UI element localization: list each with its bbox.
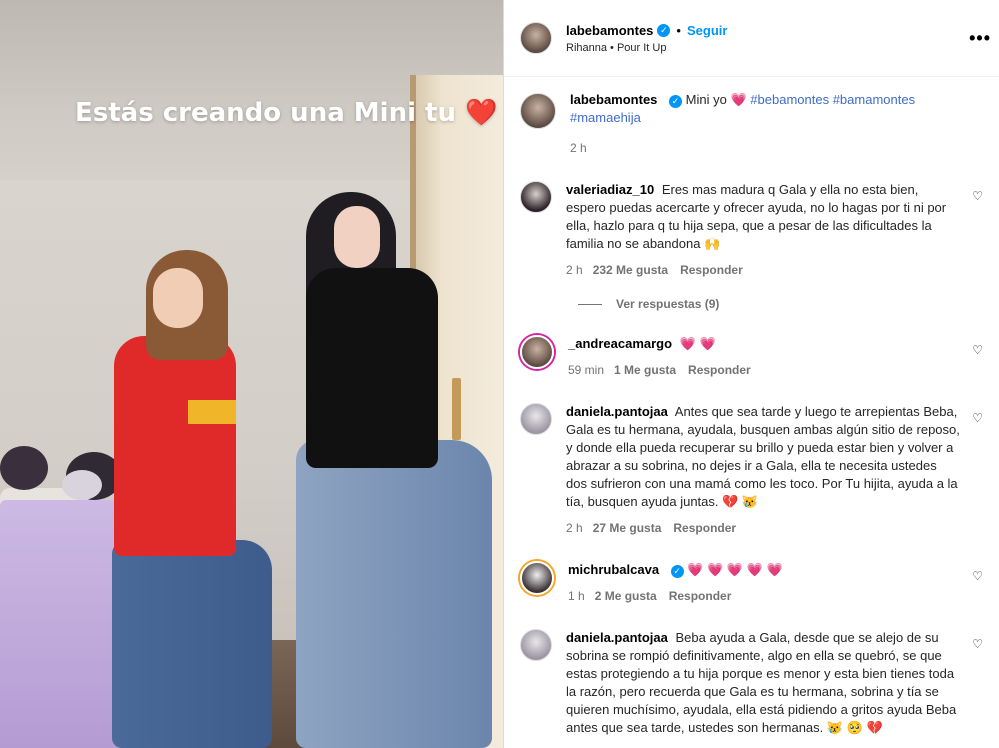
wardrobe-handle <box>452 378 461 440</box>
post-video[interactable]: Estás creando una Mini tu ❤️ <box>0 0 503 748</box>
comment-likes[interactable]: 27 Me gusta <box>593 519 662 537</box>
post-header: labebamontes ✓ • Seguir Rihanna • Pour I… <box>504 0 999 77</box>
plush-toy <box>0 446 48 490</box>
reply-button[interactable]: Responder <box>688 361 751 379</box>
comment-username[interactable]: _andreacamargo <box>568 336 672 351</box>
heart-emoji-icon: ❤️ <box>465 98 498 128</box>
comment-username[interactable]: valeriadiaz_10 <box>566 182 654 197</box>
verified-badge-icon: ✓ <box>657 23 671 37</box>
heart-outline-icon[interactable]: ♡ <box>972 637 983 651</box>
verified-badge-icon: ✓ <box>670 565 684 578</box>
comment-likes[interactable]: 2 Me gusta <box>595 587 657 605</box>
more-options-icon[interactable]: ••• <box>969 28 991 49</box>
author-username[interactable]: labebamontes <box>566 23 653 38</box>
comment-username[interactable]: daniela.pantojaa <box>566 404 668 419</box>
heart-outline-icon[interactable]: ♡ <box>972 569 983 583</box>
comment-time: 2 h <box>566 263 583 277</box>
shirt-stripe <box>188 400 236 424</box>
view-replies-label: Ver respuestas (9) <box>616 297 720 311</box>
comment-item: daniela.pantojaa Beba ayuda a Gala, desd… <box>520 629 983 737</box>
comment-item: _andreacamargo 💗 💗 59 min 1 Me gusta Res… <box>520 335 983 379</box>
comment-text: Antes que sea tarde y luego te arrepient… <box>566 404 960 509</box>
comment-time: 1 h <box>568 589 585 603</box>
woman-figure <box>296 440 492 748</box>
comment-time: 59 min <box>568 363 605 377</box>
woman-face <box>334 206 380 268</box>
caption-username[interactable]: labebamontes <box>570 92 657 107</box>
comment-username[interactable]: michrubalcava <box>568 562 659 577</box>
reply-button[interactable]: Responder <box>673 519 736 537</box>
heart-outline-icon[interactable]: ♡ <box>972 411 983 425</box>
girl-figure <box>112 540 272 748</box>
woman-shirt <box>306 268 438 468</box>
commenter-avatar[interactable] <box>520 403 552 435</box>
comment-text: 💗 💗 <box>679 336 716 351</box>
comment-time: 2 h <box>566 521 583 535</box>
reply-button[interactable]: Responder <box>669 587 732 605</box>
commenter-avatar[interactable] <box>520 561 554 595</box>
verified-badge-icon: ✓ <box>669 95 683 108</box>
girl-shirt <box>114 336 236 556</box>
divider-line <box>578 303 602 305</box>
comments-list[interactable]: labebamontes ✓ Mini yo 💗 #bebamontes #ba… <box>504 77 999 747</box>
caption-time: 2 h <box>570 141 587 155</box>
reply-button[interactable]: Responder <box>680 261 743 279</box>
author-avatar[interactable] <box>520 22 552 54</box>
music-info[interactable]: Rihanna • Pour It Up <box>566 42 727 54</box>
girl-face <box>153 268 203 328</box>
plush-toy <box>62 470 102 500</box>
commenter-avatar[interactable] <box>520 181 552 213</box>
comment-item: daniela.pantojaa Antes que sea tarde y l… <box>520 403 983 537</box>
heart-outline-icon[interactable]: ♡ <box>972 189 983 203</box>
post-caption: labebamontes ✓ Mini yo 💗 #bebamontes #ba… <box>520 91 983 157</box>
caption-avatar[interactable] <box>520 93 556 129</box>
author-info: labebamontes ✓ • Seguir Rihanna • Pour I… <box>566 23 727 54</box>
heart-outline-icon[interactable]: ♡ <box>972 343 983 357</box>
follow-button[interactable]: Seguir <box>687 23 727 38</box>
comment-likes[interactable]: 1 Me gusta <box>614 361 676 379</box>
heart-emoji-icon: 💗 <box>730 92 747 107</box>
comment-text: 💗 💗 💗 💗 💗 <box>687 562 783 577</box>
view-replies-button[interactable]: Ver respuestas (9) <box>578 297 983 311</box>
comment-text: Beba ayuda a Gala, desde que se alejo de… <box>566 630 957 735</box>
comment-username[interactable]: daniela.pantojaa <box>566 630 668 645</box>
separator: • <box>676 22 681 38</box>
post-modal: Estás creando una Mini tu ❤️ labebamonte… <box>0 0 999 748</box>
comment-item: michrubalcava ✓ 💗 💗 💗 💗 💗 1 h 2 Me gusta… <box>520 561 983 605</box>
video-overlay-text: Estás creando una Mini tu ❤️ <box>75 98 498 128</box>
caption-text: Mini yo <box>685 92 727 107</box>
post-side-panel: labebamontes ✓ • Seguir Rihanna • Pour I… <box>503 0 999 748</box>
commenter-avatar[interactable] <box>520 629 552 661</box>
comment-item: valeriadiaz_10 Eres mas madura q Gala y … <box>520 181 983 279</box>
commenter-avatar[interactable] <box>520 335 554 369</box>
comment-likes[interactable]: 232 Me gusta <box>593 261 668 279</box>
